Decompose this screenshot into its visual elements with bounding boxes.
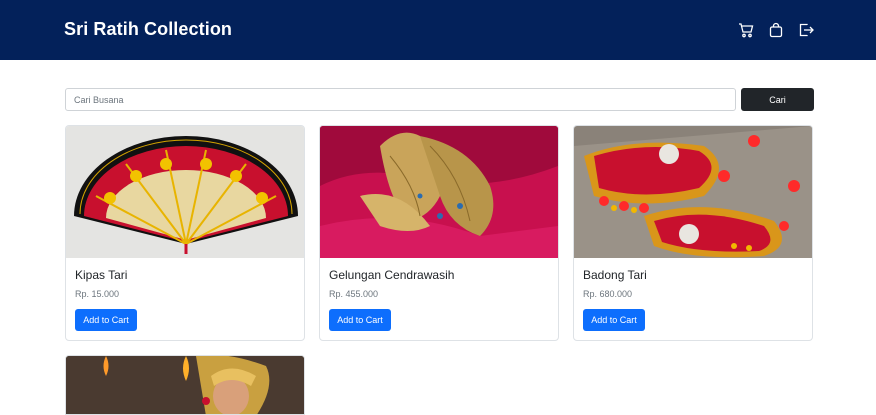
cart-icon[interactable] <box>738 22 754 38</box>
product-card <box>65 355 305 415</box>
product-card: Gelungan Cendrawasih Rp. 455.000 Add to … <box>319 125 559 341</box>
add-to-cart-button[interactable]: Add to Cart <box>75 309 137 331</box>
product-image[interactable] <box>320 126 558 258</box>
product-title: Badong Tari <box>583 268 647 282</box>
navbar-icons <box>738 22 814 38</box>
brand-title[interactable]: Sri Ratih Collection <box>64 19 232 40</box>
top-navbar: Sri Ratih Collection <box>0 0 876 60</box>
search-button[interactable]: Cari <box>741 88 814 111</box>
search-bar: Cari <box>65 88 814 111</box>
add-to-cart-button[interactable]: Add to Cart <box>329 309 391 331</box>
product-card: Kipas Tari Rp. 15.000 Add to Cart <box>65 125 305 341</box>
search-input[interactable] <box>65 88 736 111</box>
product-card: Badong Tari Rp. 680.000 Add to Cart <box>573 125 813 341</box>
product-title: Kipas Tari <box>75 268 128 282</box>
product-price: Rp. 15.000 <box>75 289 120 299</box>
product-image[interactable] <box>66 356 304 414</box>
product-image[interactable] <box>574 126 812 258</box>
bag-icon[interactable] <box>768 22 784 38</box>
add-to-cart-button[interactable]: Add to Cart <box>583 309 645 331</box>
logout-icon[interactable] <box>798 22 814 38</box>
product-title: Gelungan Cendrawasih <box>329 268 455 282</box>
product-price: Rp. 680.000 <box>583 289 633 299</box>
product-image[interactable] <box>66 126 304 258</box>
product-price: Rp. 455.000 <box>329 289 379 299</box>
